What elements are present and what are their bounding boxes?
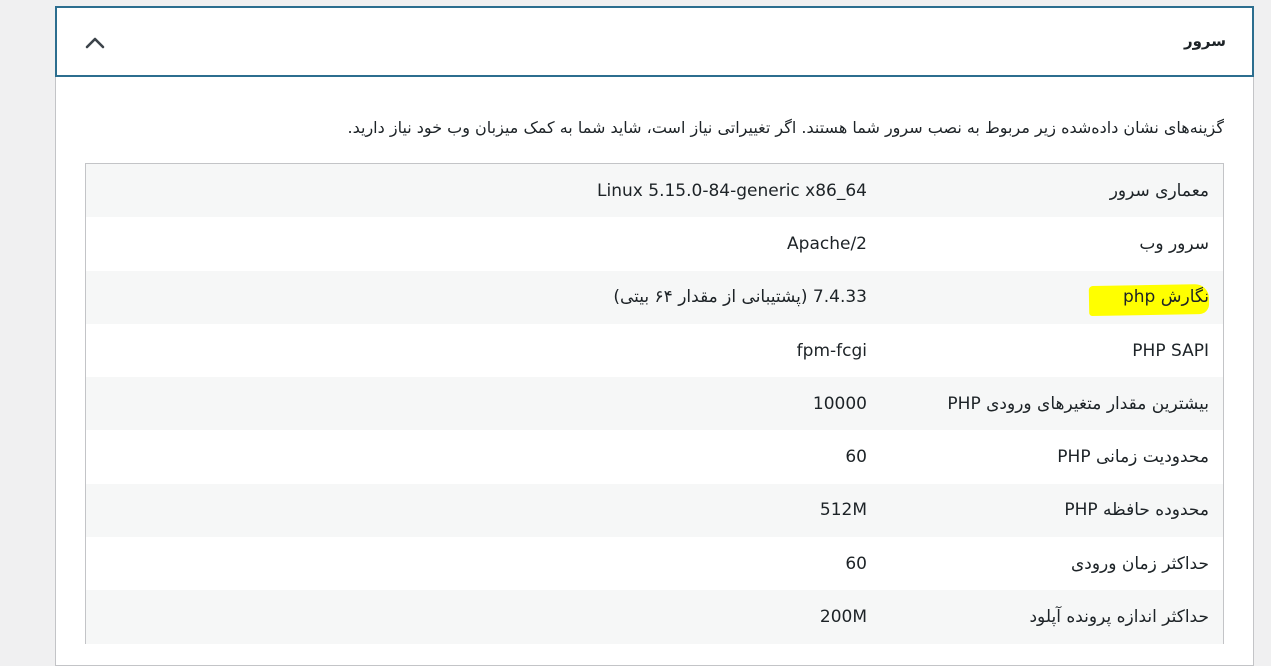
row-label: محدودیت زمانی PHP bbox=[1057, 447, 1209, 468]
row-value: 200M bbox=[819, 607, 867, 628]
row-value: Apache/2 bbox=[787, 233, 867, 254]
table-row: معماری سرور Linux 5.15.0-84-generic x86_… bbox=[86, 164, 1223, 218]
row-label: بیشترین مقدار متغیرهای ورودی PHP bbox=[947, 393, 1209, 414]
row-value: Linux 5.15.0-84-generic x86_64 bbox=[597, 180, 867, 201]
table-row: سرور وب Apache/2 bbox=[86, 217, 1223, 270]
row-value: 10000 bbox=[812, 393, 867, 414]
table-row: محدودیت زمانی PHP 60 bbox=[86, 430, 1223, 483]
row-label: محدوده حافظه PHP bbox=[1064, 500, 1209, 521]
row-value: fpm-fcgi bbox=[796, 340, 867, 361]
table-row: بیشترین مقدار متغیرهای ورودی PHP 10000 bbox=[86, 377, 1223, 431]
table-row: حداکثر زمان ورودی 60 bbox=[86, 537, 1223, 590]
row-value: 60 bbox=[845, 447, 867, 468]
panel-header[interactable]: سرور bbox=[55, 6, 1254, 77]
chevron-up-icon[interactable] bbox=[81, 28, 109, 56]
row-label: PHP SAPI bbox=[1132, 340, 1209, 361]
table-row: محدوده حافظه PHP 512M bbox=[86, 483, 1223, 538]
row-label: معماری سرور bbox=[1109, 180, 1209, 201]
row-value: 60 bbox=[845, 553, 867, 574]
table-row: نگارش php 7.4.33 (پشتیبانی از مقدار ۶۴ ب… bbox=[86, 270, 1223, 324]
row-label: حداکثر اندازه پرونده آپلود bbox=[1029, 607, 1209, 628]
server-info-table: معماری سرور Linux 5.15.0-84-generic x86_… bbox=[85, 163, 1224, 644]
row-value: 512M bbox=[819, 500, 867, 521]
row-label: حداکثر زمان ورودی bbox=[1070, 553, 1209, 574]
table-row: PHP SAPI fpm-fcgi bbox=[86, 324, 1223, 377]
table-row: حداکثر اندازه پرونده آپلود 200M bbox=[86, 590, 1223, 644]
row-label: سرور وب bbox=[1139, 233, 1209, 254]
intro-text: گزینه‌های نشان داده‌شده زیر مربوط به نصب… bbox=[347, 118, 1224, 137]
panel-title: سرور bbox=[1183, 32, 1226, 50]
row-label: نگارش php bbox=[1122, 287, 1209, 308]
row-value: 7.4.33 (پشتیبانی از مقدار ۶۴ بیتی) bbox=[613, 287, 867, 308]
